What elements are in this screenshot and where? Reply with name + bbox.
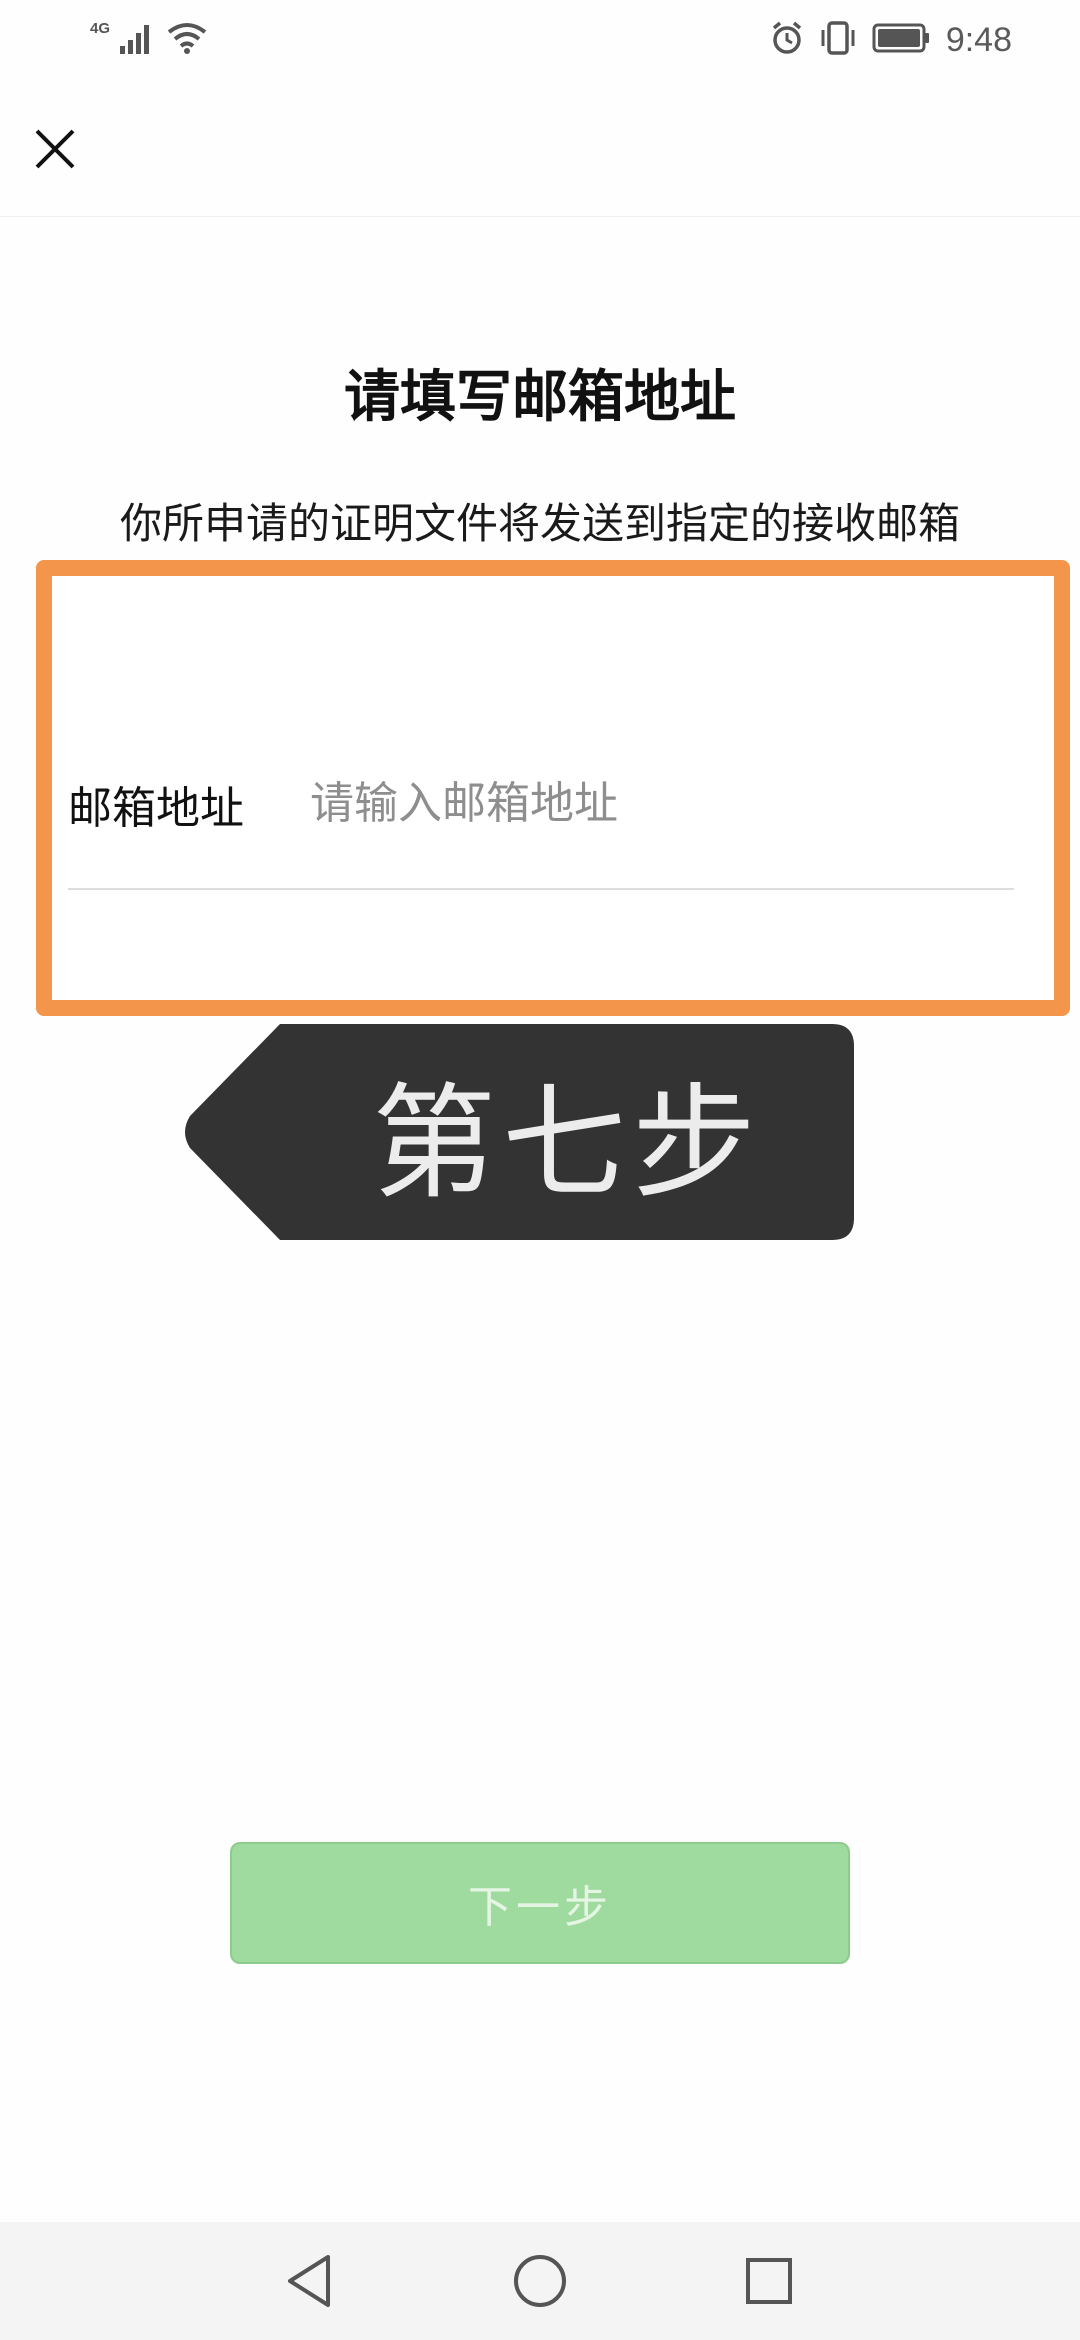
network-type-label: 4G (90, 19, 111, 37)
nav-home-button[interactable] (505, 2246, 575, 2316)
header-bar (0, 84, 1080, 217)
wifi-icon (166, 20, 208, 60)
nav-back-button[interactable] (274, 2246, 344, 2316)
step-label: 第七步 (371, 1072, 762, 1216)
page-title: 请填写邮箱地址 (344, 365, 736, 430)
page-subtitle: 你所申请的证明文件将发送到指定的接收邮箱 (119, 499, 960, 548)
step-tag: 第七步 (180, 1024, 854, 1240)
nav-recents-button[interactable] (734, 2246, 804, 2316)
close-icon (35, 129, 75, 169)
field-divider (68, 888, 1014, 890)
clock-time: 9:48 (945, 20, 1012, 59)
back-icon (288, 2255, 330, 2307)
alarm-icon (770, 20, 804, 60)
next-step-button[interactable]: 下一步 (230, 1842, 850, 1964)
screen: 4G 9:48 请填写邮箱地址 你所申请的证明文件将发送到指定的接收邮箱 邮箱地… (0, 0, 1080, 2340)
status-left: 4G (90, 20, 208, 60)
recents-icon (746, 2258, 792, 2304)
close-button[interactable] (20, 114, 90, 184)
email-field[interactable] (310, 768, 1010, 838)
home-icon (514, 2255, 566, 2307)
navigation-bar (0, 2222, 1080, 2340)
vibrate-icon (818, 20, 858, 60)
status-bar: 4G 9:48 (0, 0, 1080, 84)
battery-icon (872, 21, 932, 59)
email-field-label: 邮箱地址 (68, 783, 244, 834)
status-right: 9:48 (770, 20, 1012, 60)
signal-icon (118, 20, 158, 60)
